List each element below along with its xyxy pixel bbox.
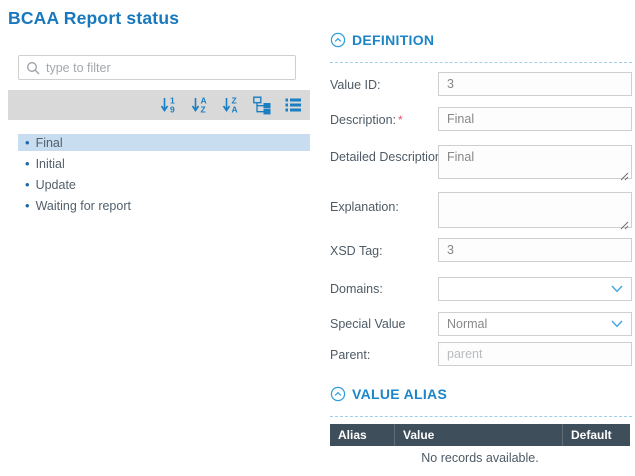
parent-input[interactable] (438, 342, 632, 366)
detailed-description-textarea[interactable]: Final (438, 145, 632, 179)
no-records-message: No records available. (330, 451, 630, 465)
bullet-icon: • (25, 199, 30, 212)
special-value-label: Special Value (330, 317, 406, 331)
value-alias-section-title: VALUE ALIAS (352, 386, 447, 402)
column-header-default[interactable]: Default (563, 424, 630, 446)
bullet-icon: • (25, 136, 30, 149)
list-item-label: Initial (36, 157, 65, 171)
explanation-textarea[interactable] (438, 192, 632, 228)
collapse-definition-icon[interactable] (330, 32, 346, 48)
parent-label: Parent: (330, 348, 370, 362)
sort-numeric-descending-icon[interactable]: 1 9 (158, 94, 180, 116)
svg-text:A: A (232, 105, 238, 115)
list-item-label: Final (36, 136, 63, 150)
required-marker: * (398, 113, 403, 127)
sort-alpha-ascending-icon[interactable]: A Z (189, 94, 211, 116)
value-alias-table-header: Alias Value Default (330, 424, 630, 446)
list-view-icon[interactable] (282, 94, 304, 116)
list-item-final[interactable]: • Final (18, 134, 310, 151)
list-item-label: Waiting for report (36, 199, 131, 213)
domains-dropdown[interactable] (438, 277, 632, 301)
status-list: • Final • Initial • Update • Waiting for… (8, 130, 310, 214)
list-item-label: Update (36, 178, 76, 192)
explanation-label: Explanation: (330, 200, 399, 214)
list-item-update[interactable]: • Update (18, 176, 310, 193)
domains-label: Domains: (330, 282, 383, 296)
list-item-waiting-for-report[interactable]: • Waiting for report (18, 197, 310, 214)
list-toolbar: 1 9 A Z Z A (8, 90, 310, 120)
value-id-input[interactable] (438, 72, 632, 96)
list-item-initial[interactable]: • Initial (18, 155, 310, 172)
description-label: Description:* (330, 113, 403, 127)
bullet-icon: • (25, 178, 30, 191)
svg-text:Z: Z (201, 105, 206, 115)
value-alias-section-header: VALUE ALIAS (330, 394, 632, 417)
xsd-tag-label: XSD Tag: (330, 244, 383, 258)
column-header-value[interactable]: Value (395, 424, 563, 446)
resize-grip-icon[interactable] (620, 217, 629, 235)
detail-panel: DEFINITION Value ID: Description:* Detai… (330, 0, 632, 476)
page: BCAA Report status 1 9 A Z (0, 0, 635, 476)
description-input[interactable] (438, 107, 632, 131)
bullet-icon: • (25, 157, 30, 170)
definition-section-title: DEFINITION (352, 32, 434, 48)
xsd-tag-input[interactable] (438, 238, 632, 262)
special-value-dropdown[interactable]: Normal (438, 312, 632, 336)
hierarchy-view-icon[interactable] (251, 94, 273, 116)
value-id-label: Value ID: (330, 78, 381, 92)
detailed-description-label: Detailed Description:* (330, 150, 452, 164)
chevron-down-icon (611, 320, 623, 328)
resize-grip-icon[interactable] (620, 168, 629, 186)
filter-input[interactable] (46, 61, 288, 75)
sort-alpha-descending-icon[interactable]: Z A (220, 94, 242, 116)
page-title: BCAA Report status (8, 8, 179, 29)
definition-section-header: DEFINITION (330, 40, 632, 63)
column-header-alias[interactable]: Alias (330, 424, 395, 446)
chevron-down-icon (611, 285, 623, 293)
svg-text:9: 9 (170, 105, 175, 115)
special-value-value: Normal (447, 317, 487, 331)
search-icon (26, 61, 40, 75)
filter-box (18, 55, 296, 80)
collapse-value-alias-icon[interactable] (330, 386, 346, 402)
